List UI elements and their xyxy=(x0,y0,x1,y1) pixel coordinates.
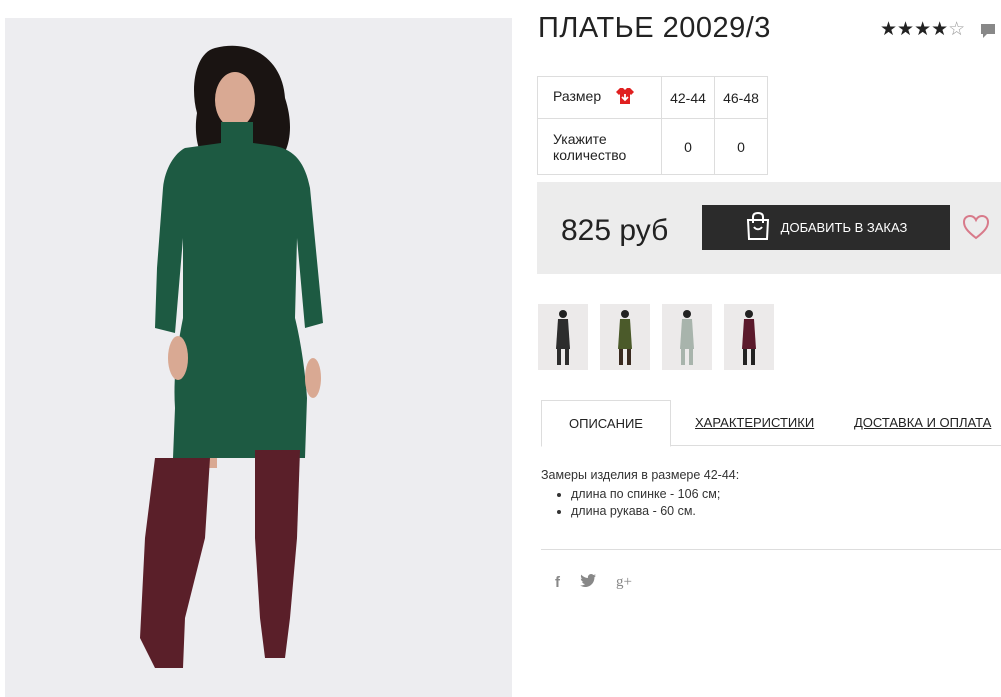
buy-box: 825 руб ДОБАВИТЬ В ЗАКАЗ xyxy=(537,182,1001,274)
description-panel: Замеры изделия в размере 42-44: длина по… xyxy=(541,468,739,521)
quantity-label-cell: Укажите количество xyxy=(537,118,662,175)
tab-characteristics[interactable]: ХАРАКТЕРИСТИКИ xyxy=(695,400,814,445)
size-label: Размер xyxy=(553,88,602,105)
size-option-46-48: 46-48 xyxy=(714,76,768,119)
quantity-label-line2: количество xyxy=(553,146,627,163)
add-to-order-label: ДОБАВИТЬ В ЗАКАЗ xyxy=(780,220,908,235)
size-quantity-table: Размер 42-44 46-48 Укажите количество 0 … xyxy=(537,76,768,175)
thumbnail-grey[interactable] xyxy=(662,304,712,370)
wishlist-heart-icon[interactable] xyxy=(962,214,990,245)
list-item: длина по спинке - 106 см; xyxy=(571,487,739,502)
product-photo[interactable] xyxy=(5,18,512,697)
size-label-cell: Размер xyxy=(537,76,662,119)
product-tabs: ОПИСАНИЕ ХАРАКТЕРИСТИКИ ДОСТАВКА И ОПЛАТ… xyxy=(541,400,1001,447)
add-to-order-button[interactable]: ДОБАВИТЬ В ЗАКАЗ xyxy=(702,205,950,250)
size-chart-icon[interactable] xyxy=(615,87,635,108)
rating-filled-stars: ★★★★ xyxy=(880,19,949,40)
comment-icon[interactable] xyxy=(980,23,996,44)
product-title: ПЛАТЬЕ 20029/3 xyxy=(538,12,771,44)
tab-description[interactable]: ОПИСАНИЕ xyxy=(541,400,671,447)
divider xyxy=(541,549,1001,550)
thumbnail-olive[interactable] xyxy=(600,304,650,370)
social-share: f g+ xyxy=(555,574,632,591)
shopping-bag-icon xyxy=(745,211,771,243)
color-thumbnails xyxy=(538,304,774,370)
quantity-label-line1: Укажите xyxy=(553,130,607,147)
measurements-list: длина по спинке - 106 см; длина рукава -… xyxy=(541,487,739,519)
model-image xyxy=(5,18,512,697)
quantity-input-42-44[interactable]: 0 xyxy=(661,118,715,175)
facebook-icon[interactable]: f xyxy=(555,574,560,591)
thumbnail-burgundy[interactable] xyxy=(724,304,774,370)
rating-empty-star: ☆ xyxy=(948,19,966,40)
price: 825 руб xyxy=(561,214,669,247)
tab-delivery-payment[interactable]: ДОСТАВКА И ОПЛАТА xyxy=(854,400,991,445)
quantity-input-46-48[interactable]: 0 xyxy=(714,118,768,175)
twitter-icon[interactable] xyxy=(580,574,596,591)
description-intro: Замеры изделия в размере 42-44: xyxy=(541,468,740,482)
rating-stars[interactable]: ★★★★☆ xyxy=(880,18,965,41)
list-item: длина рукава - 60 см. xyxy=(571,504,739,519)
thumbnail-black[interactable] xyxy=(538,304,588,370)
google-plus-icon[interactable]: g+ xyxy=(616,574,632,591)
size-option-42-44: 42-44 xyxy=(661,76,715,119)
